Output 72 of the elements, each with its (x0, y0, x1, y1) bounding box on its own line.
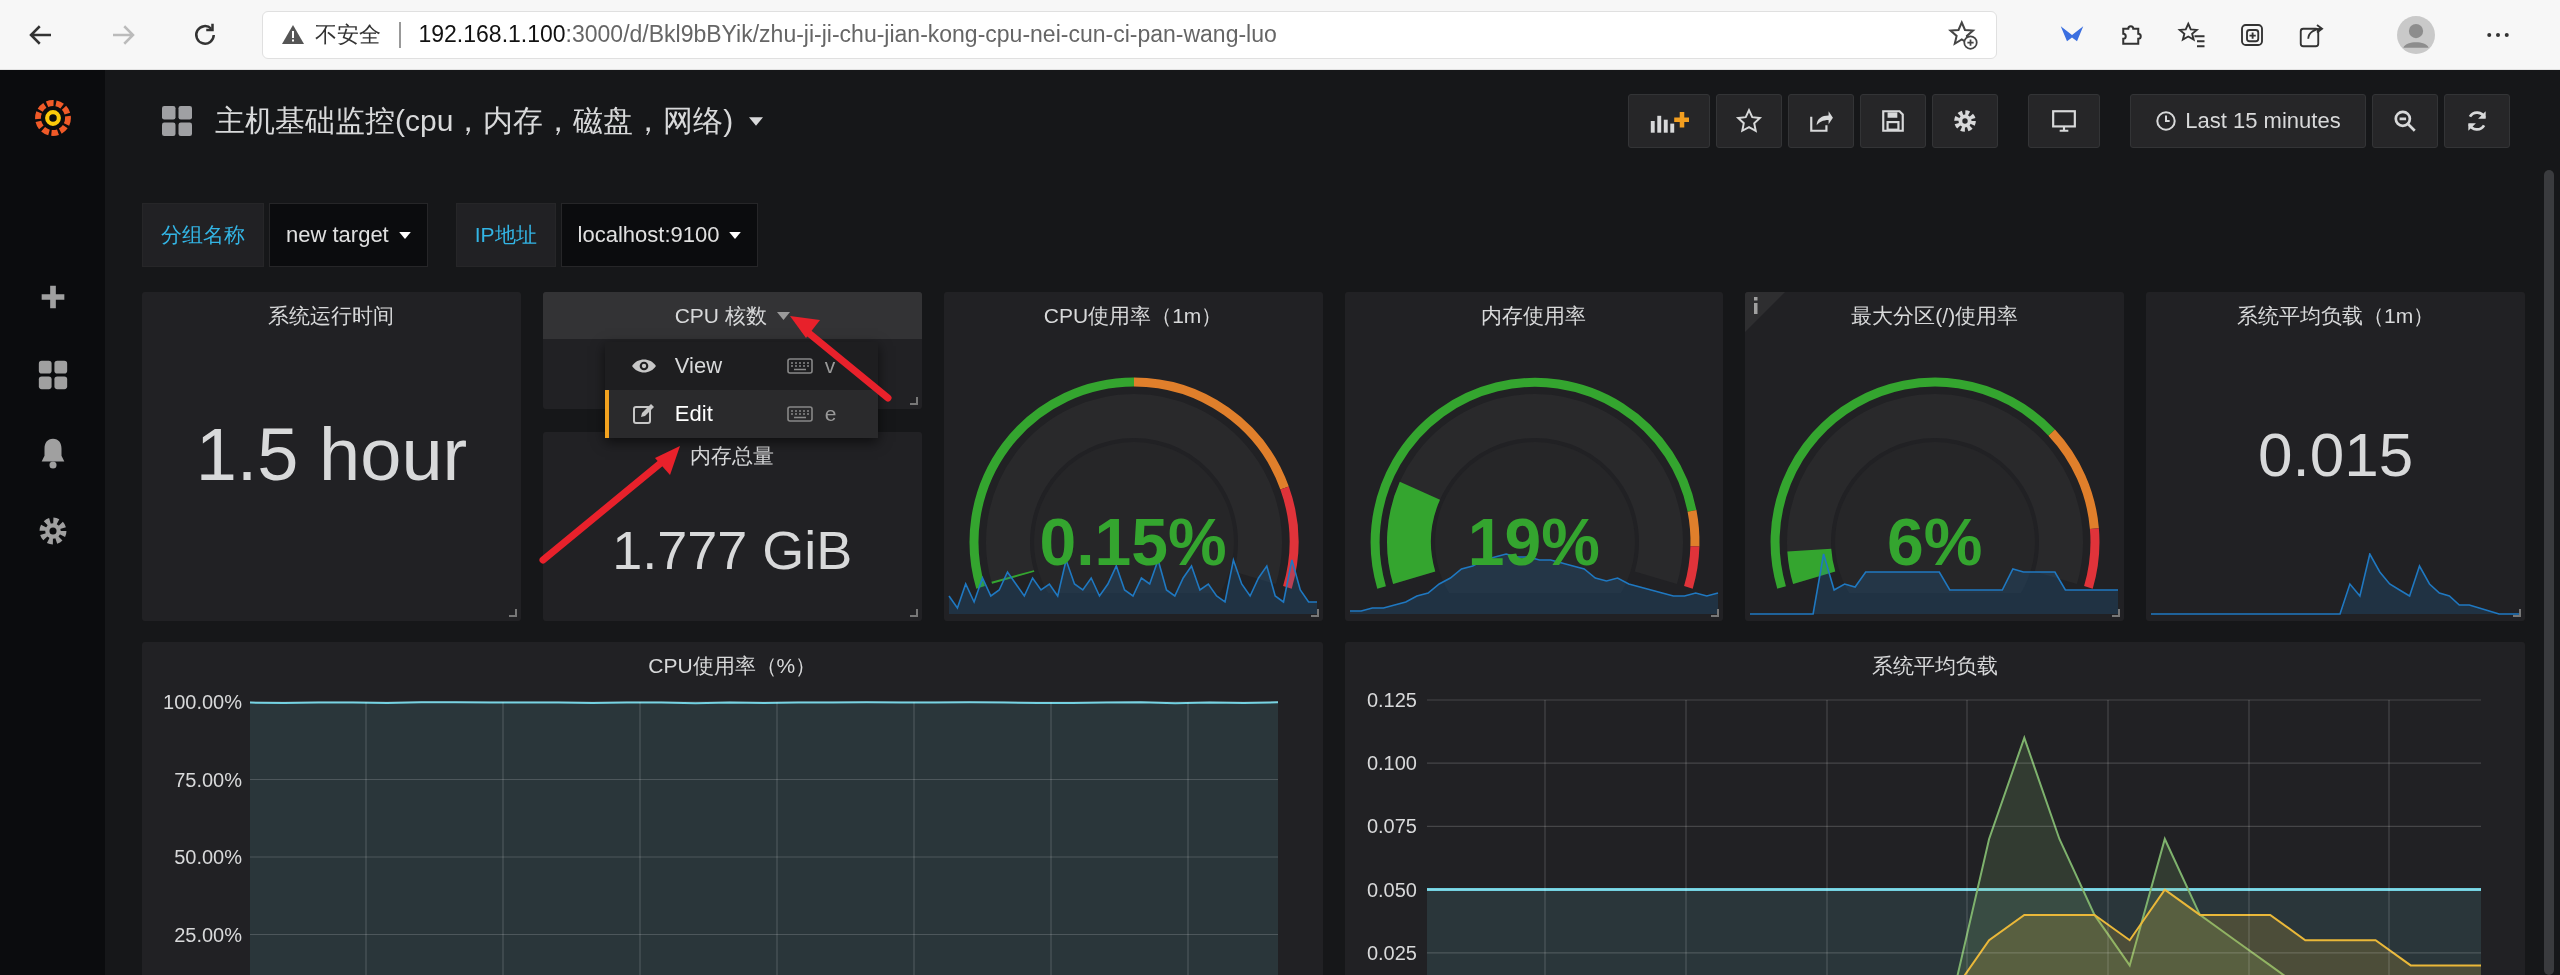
save-button[interactable] (1860, 94, 1926, 148)
zoom-out-button[interactable] (2372, 94, 2438, 148)
stat-value: 1.777 GiB (612, 519, 853, 581)
menu-item[interactable]: Edit e (604, 390, 878, 438)
app-logo[interactable] (32, 98, 73, 138)
gauge-value: 19% (1466, 504, 1601, 580)
resize-handle[interactable] (2513, 609, 2521, 617)
resize-handle[interactable] (909, 397, 918, 405)
variable-label: 分组名称 (142, 203, 264, 267)
time-picker[interactable]: Last 15 minutes (2130, 94, 2366, 148)
panel-title: CPU使用率（%） (648, 652, 817, 679)
caret-icon (749, 116, 764, 126)
axis-tick-label: 0.125 (1366, 689, 1417, 711)
settings-button[interactable] (1932, 94, 1998, 148)
panel-title: 内存使用率 (1481, 302, 1587, 329)
save-icon (1879, 108, 1907, 134)
shortcut-text: v (824, 354, 836, 378)
dashboards-icon (159, 103, 195, 139)
add-favorite-icon[interactable] (1948, 19, 1978, 50)
caret-icon (776, 311, 790, 320)
settings-icon (1951, 108, 1979, 134)
add-panel-button[interactable] (1628, 94, 1710, 148)
info-icon[interactable] (1745, 292, 1786, 332)
axis-tick-label: 0.050 (1366, 878, 1417, 901)
keyboard-icon (786, 358, 813, 374)
keyboard-icon (786, 406, 813, 422)
axis-tick-label: 0.025 (1366, 941, 1417, 964)
security-label: 不安全 (315, 20, 381, 49)
panel-title: 系统平均负载 (1871, 652, 1998, 679)
star-button[interactable] (1716, 94, 1782, 148)
caret-icon (729, 231, 742, 239)
tv-mode-button[interactable] (2028, 94, 2100, 148)
axis-tick-label: 50.00% (174, 846, 242, 868)
address-bar[interactable]: 不安全 192.168.1.100:3000/d/Bkl9bBYik/zhu-ji-ji-chu-jian-kong-cpu-nei-cun-ci-pan-wang-luo (262, 10, 1997, 59)
gauge-value: 6% (1886, 504, 1984, 580)
resize-handle[interactable] (2112, 609, 2121, 617)
variable-label: IP地址 (455, 203, 556, 267)
variable-dropdown[interactable]: localhost:9100 (560, 203, 759, 267)
panel-title: 系统平均负载（1m） (2237, 302, 2435, 329)
resize-handle[interactable] (508, 609, 517, 617)
stat-value: 0.015 (2258, 418, 2414, 490)
scrollbar[interactable] (2544, 170, 2554, 975)
axis-tick-label: 75.00% (174, 768, 242, 791)
monitor-icon (2050, 108, 2078, 134)
star-icon (1735, 108, 1763, 134)
share-button[interactable] (1788, 94, 1854, 148)
axis-tick-label: 25.00% (174, 923, 242, 946)
panel-title: CPU使用率（1m） (1043, 302, 1223, 329)
panel-title: 最大分区(/)使用率 (1851, 302, 2019, 329)
variable-dropdown[interactable]: new target (269, 203, 428, 267)
axis-tick-label: 0.075 (1366, 815, 1417, 838)
resize-handle[interactable] (909, 609, 918, 617)
dashboard-title[interactable]: 主机基础监控(cpu，内存，磁盘，网络) (215, 100, 764, 142)
panel-title: 内存总量 (690, 442, 775, 469)
caret-icon (398, 231, 411, 239)
shortcut-text: e (824, 402, 837, 426)
pencil-icon (630, 402, 657, 426)
menu-item[interactable]: View v (604, 342, 878, 390)
axis-tick-label: 0.100 (1366, 752, 1417, 775)
avatar-icon[interactable] (2397, 15, 2435, 54)
favorites-icon[interactable] (2177, 19, 2207, 50)
stat-value: 1.5 hour (195, 411, 468, 497)
resize-handle[interactable] (1310, 609, 1319, 617)
resize-handle[interactable] (1711, 609, 1720, 617)
refresh-button[interactable] (2444, 94, 2510, 148)
panel-header[interactable]: CPU 核数 (542, 292, 922, 339)
gauge-value: 0.15% (1038, 504, 1228, 580)
url-text: 192.168.1.100:3000/d/Bkl9bBYik/zhu-ji-ji-chu-jian-kong-cpu-nei-cun-ci-pan-wang-luo (418, 21, 1277, 48)
clock-icon (2155, 110, 2178, 132)
axis-tick-label: 100.00% (163, 691, 242, 713)
panel-title: CPU 核数 (674, 302, 767, 329)
panel-title: 系统运行时间 (268, 302, 395, 329)
